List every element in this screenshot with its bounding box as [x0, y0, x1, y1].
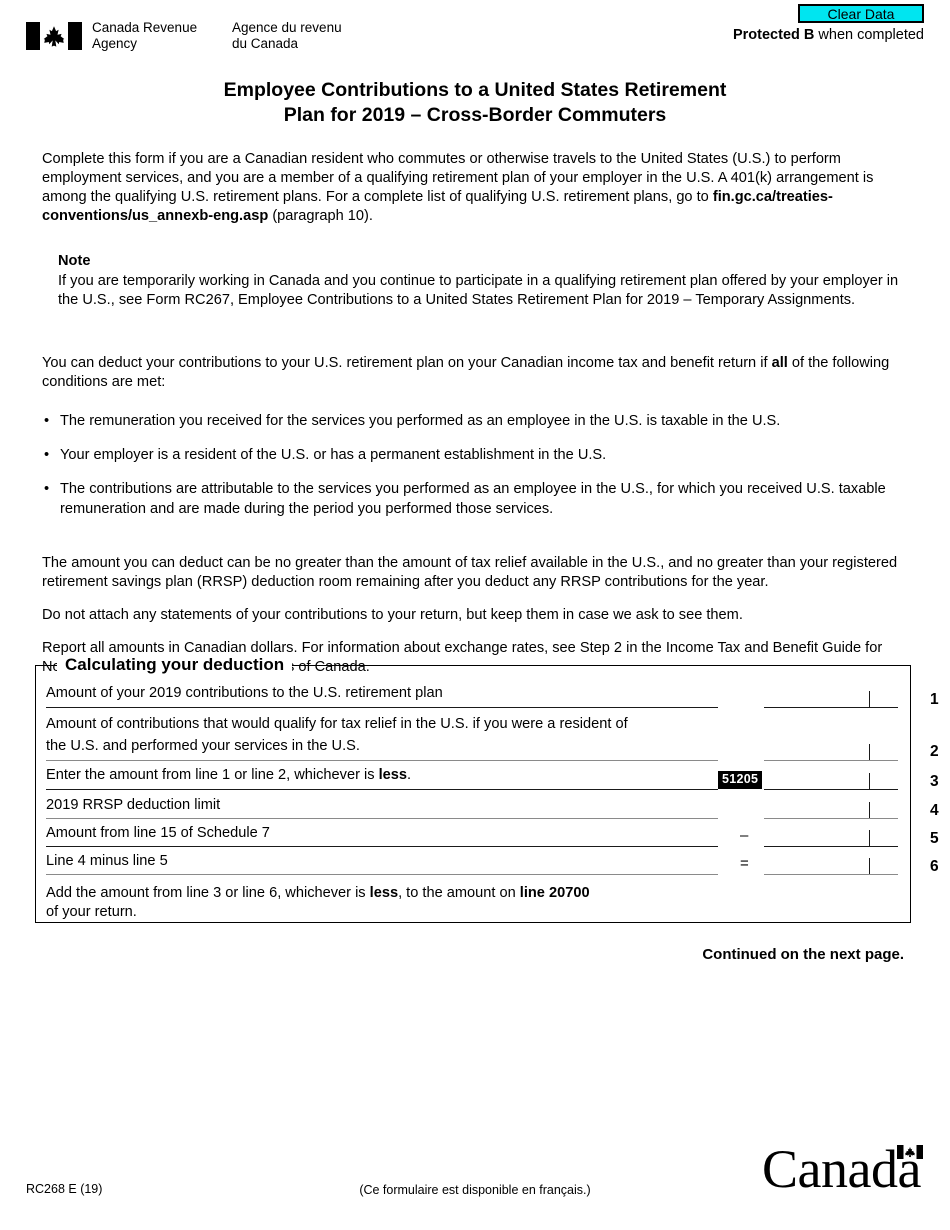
list-item: • The remuneration you received for the s…	[42, 412, 910, 431]
protected-b-suffix: when completed	[814, 27, 924, 43]
table-row: Enter the amount from line 1 or line 2, …	[46, 762, 939, 792]
cents-separator-tick	[869, 858, 870, 874]
closing-instruction-row: Add the amount from line 3 or line 6, wh…	[46, 876, 900, 922]
amount-underline	[764, 818, 898, 819]
amount-underline	[764, 874, 898, 875]
list-item: • The contributions are attributable to t…	[42, 480, 910, 518]
conditions-lead-a: You can deduct your contributions to you…	[42, 355, 772, 372]
row-label: Amount of your 2019 contributions to the…	[46, 685, 443, 701]
line-number: 2	[930, 743, 939, 760]
closing-emphasis-less: less	[369, 885, 399, 901]
row-label: Enter the amount from line 1 or line 2, …	[46, 766, 718, 785]
conditions-lead-emphasis: all	[771, 355, 788, 372]
page-title-line1: Employee Contributions to a United State…	[223, 79, 727, 101]
deduction-limit-paragraph: The amount you can deduct can be no grea…	[42, 554, 898, 590]
conditions-list: • The remuneration you received for the s…	[42, 412, 910, 518]
row-underline	[46, 707, 718, 708]
agency-name-english: Canada Revenue Agency	[92, 20, 232, 51]
bullet-icon: •	[44, 447, 50, 464]
note-block: Note If you are temporarily working in C…	[58, 252, 910, 310]
section-legend: Calculating your deduction	[57, 655, 293, 675]
row-label-line2: the U.S. and performed your services in …	[46, 738, 360, 754]
line-number: 3	[930, 773, 939, 790]
row-label: Amount from line 15 of Schedule 7	[46, 825, 270, 841]
closing-instruction-line2: of your return.	[46, 904, 137, 920]
clear-data-button[interactable]: Clear Data	[798, 4, 924, 23]
protected-b-label: Protected B	[732, 27, 815, 43]
amount-underline	[764, 789, 898, 790]
amount-underline	[764, 760, 898, 761]
page-title-line2: Plan for 2019 – Cross-Border Commuters	[283, 104, 667, 126]
clear-data-button-label: Clear Data	[827, 5, 895, 22]
bullet-icon: •	[44, 413, 50, 430]
conditions-lead: You can deduct your contributions to you…	[42, 354, 910, 392]
closing-instruction: Add the amount from line 3 or line 6, wh…	[46, 884, 746, 903]
continued-notice: Continued on the next page.	[702, 946, 904, 963]
row-underline	[46, 874, 718, 875]
form-page: Canada Revenue Agency Agence du revenu d…	[0, 0, 950, 1230]
equals-sign: =	[740, 855, 749, 872]
intro-paragraph: Complete this form if you are a Canadian…	[42, 150, 910, 226]
table-row: Line 4 minus line 5 = 6	[46, 848, 939, 876]
cents-separator-tick	[869, 802, 870, 818]
note-heading: Note	[58, 253, 91, 270]
intro-text-b: (paragraph 10).	[268, 208, 373, 225]
agency-en-line1: Canada Revenue	[92, 20, 198, 35]
closing-text-b: , to the amount on	[398, 885, 520, 901]
canada-wordmark: Canada	[762, 1142, 923, 1196]
row-label-emphasis: less	[378, 767, 407, 783]
calculation-rows: Amount of your 2019 contributions to the…	[46, 682, 939, 922]
agency-wordmark: Canada Revenue Agency Agence du revenu d…	[92, 20, 342, 51]
line-number: 5	[930, 830, 939, 847]
cents-separator-tick	[869, 830, 870, 846]
cents-separator-tick	[869, 744, 870, 760]
row-label-a: Enter the amount from line 1 or line 2, …	[46, 767, 379, 783]
page-header: Canada Revenue Agency Agence du revenu d…	[0, 0, 950, 60]
table-row: Amount from line 15 of Schedule 7 – 5	[46, 820, 939, 848]
amount-underline	[764, 707, 898, 708]
table-row: Amount of contributions that would quali…	[46, 710, 939, 762]
list-item-text: The contributions are attributable to th…	[60, 481, 886, 517]
bullet-icon: •	[44, 481, 50, 498]
closing-emphasis-line: line 20700	[519, 885, 590, 901]
table-row: Amount of your 2019 contributions to the…	[46, 682, 939, 710]
row-label: Amount of contributions that would quali…	[46, 716, 628, 732]
agency-en-line2: Agency	[92, 35, 138, 51]
page-title: Employee Contributions to a United State…	[0, 78, 950, 128]
row-underline	[46, 789, 718, 790]
amount-underline	[764, 846, 898, 847]
row-underline	[46, 818, 718, 819]
note-text: If you are temporarily working in Canada…	[58, 272, 899, 308]
calculating-your-deduction-section: Calculating your deduction Amount of you…	[35, 655, 939, 923]
list-item-text: The remuneration you received for the se…	[60, 413, 781, 430]
line-number: 1	[930, 691, 939, 708]
protected-b-notice: Protected B when completed	[733, 27, 924, 43]
list-item-text: Your employer is a resident of the U.S. …	[60, 447, 607, 464]
row-label-b: .	[406, 767, 412, 783]
line-number: 6	[930, 858, 939, 875]
row-underline	[46, 760, 718, 761]
closing-text-a: Add the amount from line 3 or line 6, wh…	[46, 885, 370, 901]
no-attach-paragraph: Do not attach any statements of your con…	[42, 606, 743, 623]
list-item: • Your employer is a resident of the U.S.…	[42, 446, 910, 465]
agency-fr-line2: du Canada	[232, 35, 299, 51]
cents-separator-tick	[869, 691, 870, 707]
row-label: 2019 RRSP deduction limit	[46, 797, 221, 813]
cra-logo	[26, 22, 82, 50]
canada-flag-icon	[896, 1145, 923, 1159]
minus-sign: –	[740, 827, 749, 844]
canada-flag-icon	[26, 22, 82, 50]
agency-name-french: Agence du revenu du Canada	[232, 20, 342, 51]
cents-separator-tick	[869, 773, 870, 789]
row-underline	[46, 846, 718, 847]
status-badge: 51205	[718, 771, 763, 789]
line-number: 4	[930, 802, 939, 819]
table-row: 2019 RRSP deduction limit 4	[46, 792, 939, 820]
form-instructions: Complete this form if you are a Canadian…	[42, 150, 910, 677]
agency-fr-line1: Agence du revenu	[232, 20, 342, 35]
row-label: Line 4 minus line 5	[46, 853, 168, 869]
